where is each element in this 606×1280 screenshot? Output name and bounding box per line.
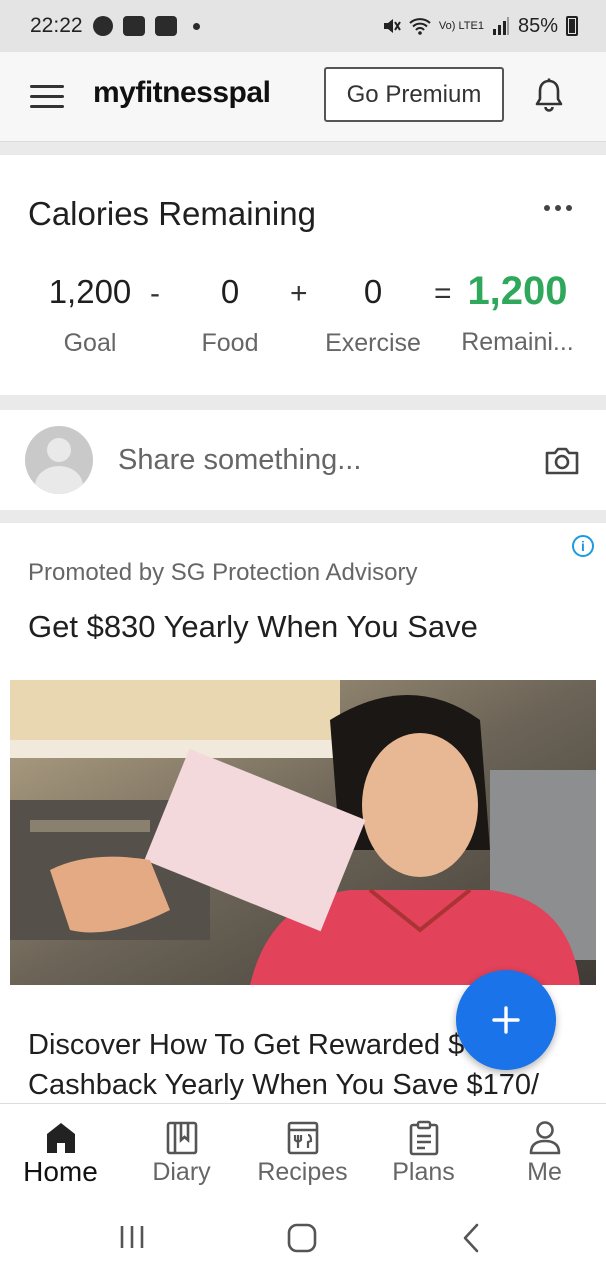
ad-image[interactable]	[10, 680, 596, 985]
recent-apps-icon[interactable]	[118, 1222, 146, 1252]
app-header: myfitnesspal Go Premium	[0, 52, 606, 142]
food-value: 0	[220, 273, 240, 310]
ad-promoted-by: Promoted by SG Protection Advisory	[28, 559, 418, 586]
goal-value: 1,200	[48, 273, 132, 310]
notification-icon	[92, 16, 113, 36]
home-system-icon[interactable]	[286, 1222, 318, 1254]
plus-operator: +	[290, 277, 308, 310]
nav-label-plans: Plans	[392, 1158, 455, 1186]
share-input[interactable]: Share something...	[118, 444, 361, 477]
battery-icon	[566, 16, 578, 36]
nav-item-recipes[interactable]: Recipes	[242, 1104, 363, 1201]
food-cell: 0 Food	[190, 273, 270, 358]
ad-body-line-2: Cashback Yearly When You Save $170/	[28, 1069, 540, 1101]
info-icon[interactable]: i	[572, 535, 594, 557]
avatar[interactable]	[25, 426, 93, 494]
nav-label-me: Me	[527, 1158, 562, 1186]
go-premium-button[interactable]: Go Premium	[324, 67, 504, 122]
nav-item-plans[interactable]: Plans	[363, 1104, 484, 1201]
more-options-icon[interactable]	[544, 205, 572, 211]
calories-title: Calories Remaining	[28, 195, 316, 232]
ad-headline[interactable]: Get $830 Yearly When You Save	[28, 609, 478, 645]
nav-label-recipes: Recipes	[257, 1158, 348, 1186]
home-icon	[47, 1123, 75, 1153]
bell-icon[interactable]	[533, 78, 565, 114]
goal-cell: 1,200 Goal	[40, 273, 140, 358]
exercise-value: 0	[363, 273, 383, 310]
recipes-icon	[287, 1121, 319, 1155]
nav-item-diary[interactable]: Diary	[121, 1104, 242, 1201]
gallery-notification-icon	[154, 16, 177, 36]
remaining-cell: 1,200 Remaini...	[455, 269, 580, 357]
more-notifications-icon	[192, 22, 200, 30]
app-notification-icon	[122, 16, 145, 36]
status-time: 22:22	[30, 14, 83, 37]
remaining-value: 1,200	[467, 269, 568, 313]
share-card: Share something...	[0, 410, 606, 510]
camera-icon[interactable]	[544, 446, 580, 476]
menu-icon[interactable]	[30, 85, 64, 109]
ad-photo	[10, 680, 596, 985]
status-bar: 22:22 Vo) LTE1 85%	[0, 0, 606, 52]
nav-item-home[interactable]: Home	[0, 1104, 121, 1201]
food-label: Food	[201, 329, 259, 357]
bottom-nav: Home Diary Recipes Plans Me	[0, 1103, 606, 1200]
exercise-label: Exercise	[325, 329, 421, 357]
app-logo: myfitnesspal	[93, 76, 271, 109]
equals-operator: =	[434, 277, 452, 310]
network-label: Vo) LTE1	[438, 20, 484, 32]
mute-icon	[383, 19, 401, 33]
minus-operator: -	[150, 277, 160, 310]
system-nav	[0, 1200, 606, 1280]
remaining-label: Remaini...	[461, 328, 574, 356]
battery-percent: 85%	[517, 14, 558, 37]
back-icon[interactable]	[460, 1222, 482, 1254]
nav-label-diary: Diary	[152, 1158, 211, 1186]
add-button[interactable]	[456, 970, 556, 1070]
calories-card[interactable]: Calories Remaining 1,200 Goal - 0 Food +…	[0, 155, 606, 395]
nav-item-me[interactable]: Me	[484, 1104, 605, 1201]
diary-icon	[166, 1121, 198, 1155]
plans-icon	[409, 1120, 439, 1156]
plus-icon	[492, 1006, 520, 1034]
wifi-icon	[409, 18, 431, 35]
nav-label-home: Home	[23, 1156, 98, 1187]
profile-icon	[529, 1121, 561, 1155]
goal-label: Goal	[63, 329, 117, 357]
exercise-cell: 0 Exercise	[318, 273, 428, 358]
signal-icon	[492, 17, 509, 35]
